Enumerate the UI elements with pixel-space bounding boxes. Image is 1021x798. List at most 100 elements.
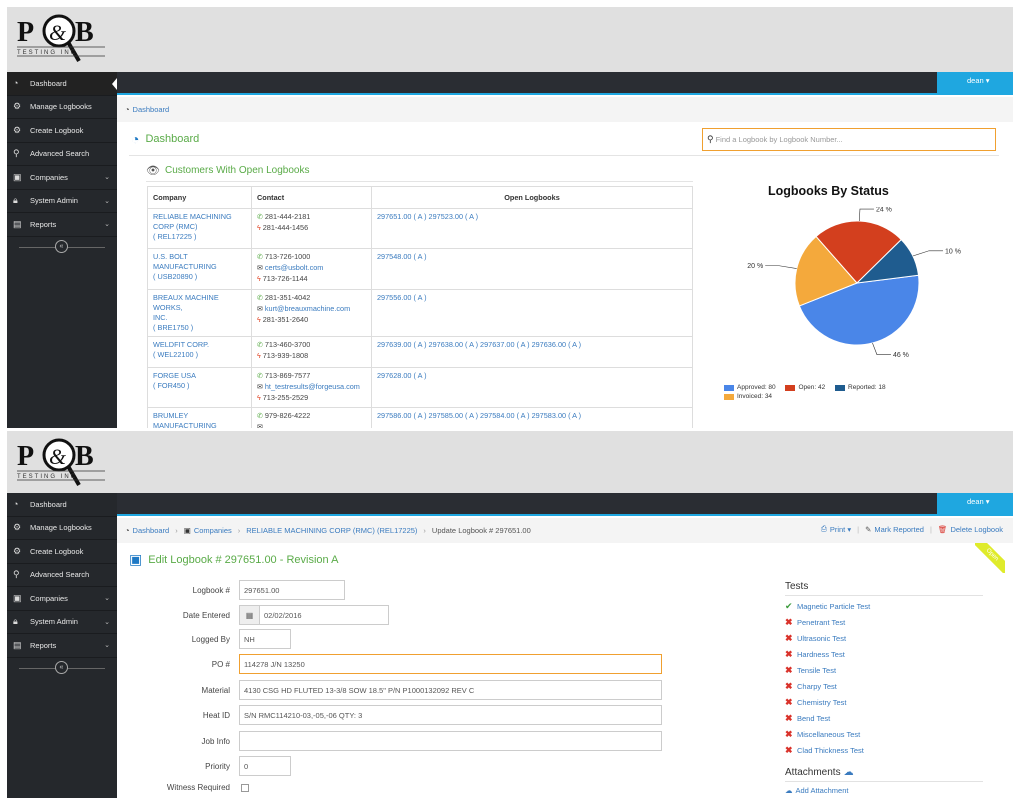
company-cell[interactable]: RELIABLE MACHINING CORP (RMC)( REL17225 ) [147, 208, 252, 249]
test-item[interactable]: ✖ Hardness Test [785, 646, 983, 662]
legend-item-reported[interactable]: Reported: 18 [835, 384, 886, 391]
column-header-contact[interactable]: Contact [251, 186, 372, 209]
company-name-line[interactable]: ( WEL22100 ) [153, 350, 246, 360]
column-header-open-logbooks[interactable]: Open Logbooks [371, 186, 693, 209]
contact-text[interactable]: certs@usbolt.com [265, 263, 324, 272]
sidebar-item-dashboard[interactable]: ◔ Dashboard [7, 493, 117, 517]
breadcrumb-dashboard[interactable]: Dashboard [133, 105, 170, 114]
contact-line[interactable]: ✉ ht_testresults@forgeusa.com [257, 382, 366, 393]
test-item[interactable]: ✖ Ultrasonic Test [785, 630, 983, 646]
contact-text[interactable]: kurt@breauxmachine.com [265, 304, 350, 313]
company-name-line[interactable]: U.S. BOLT [153, 252, 246, 262]
sidebar-collapse: « [7, 237, 117, 257]
company-cell[interactable]: U.S. BOLT MANUFACTURING( USB20890 ) [147, 248, 252, 290]
legend-item-open[interactable]: Open: 42 [785, 384, 825, 391]
sidebar-item-reports[interactable]: ▤ Reports ⌄ [7, 634, 117, 658]
logbook-search-input[interactable]: ⚲ Find a Logbook by Logbook Number... [702, 128, 996, 151]
collapse-sidebar-button[interactable]: « [55, 660, 68, 674]
user-menu[interactable]: dean ▾ [937, 72, 1013, 95]
job-info-field[interactable] [239, 731, 662, 751]
contact-text[interactable]: ht_testresults@forgeusa.com [265, 382, 360, 391]
date-entered-field[interactable]: 02/02/2016 [259, 605, 389, 625]
add-attachment-link[interactable]: ☁ Add Attachment [785, 782, 983, 798]
company-name-line[interactable]: RELIABLE MACHINING [153, 212, 246, 222]
sidebar-item-system-admin[interactable]: 🔒︎ System Admin ⌄ [7, 190, 117, 213]
test-item[interactable]: ✖ Bend Test [785, 710, 983, 726]
contact-line[interactable]: ✉ certs@usbolt.com [257, 263, 366, 274]
company-name-line[interactable]: CORP (RMC) [153, 222, 246, 232]
company-name-line[interactable]: INC. [153, 313, 246, 323]
test-item[interactable]: ✖ Clad Thickness Test [785, 742, 983, 758]
sidebar-item-advanced-search[interactable]: ⚲ Advanced Search [7, 564, 117, 587]
legend-label: Approved: 80 [737, 384, 776, 391]
po-number-field[interactable]: 114278 J/N 13250 [239, 654, 662, 674]
open-logbooks-cell[interactable]: 297651.00 ( A ) 297523.00 ( A ) [371, 208, 693, 249]
heat-id-field[interactable]: S/N RMC114210-03,-05,-06 QTY: 3 [239, 705, 662, 725]
company-name-line[interactable]: BREAUX MACHINE WORKS, [153, 293, 246, 313]
sidebar-item-advanced-search[interactable]: ⚲ Advanced Search [7, 143, 117, 166]
test-item[interactable]: ✖ Tensile Test [785, 662, 983, 678]
x-icon: ✖ [785, 648, 793, 659]
company-logo[interactable]: P & B TESTING INC [13, 435, 109, 493]
company-name-line[interactable]: FORGE USA [153, 371, 246, 381]
sidebar-item-manage-logbooks[interactable]: ⚙ Manage Logbooks [7, 517, 117, 540]
company-name-line[interactable]: WELDFIT CORP. [153, 340, 246, 350]
company-logo[interactable]: P & B TESTING INC [13, 11, 109, 69]
test-item[interactable]: ✖ Chemistry Test [785, 694, 983, 710]
open-logbooks-cell[interactable]: 297628.00 ( A ) [371, 367, 693, 408]
sidebar-item-companies[interactable]: ▣ Companies ⌄ [7, 587, 117, 611]
collapse-sidebar-button[interactable]: « [55, 239, 68, 253]
contact-line[interactable]: ✉ kurt@breauxmachine.com [257, 304, 366, 315]
test-item[interactable]: ✖ Charpy Test [785, 678, 983, 694]
company-name-line[interactable]: ( BRE1750 ) [153, 323, 246, 333]
material-field[interactable]: 4130 CSG HD FLUTED 13-3/8 SOW 18.5" P/N … [239, 680, 662, 700]
sidebar-item-dashboard[interactable]: ◔ Dashboard [7, 72, 117, 96]
breadcrumb-companies[interactable]: Companies [194, 526, 232, 535]
witness-required-checkbox[interactable] [241, 783, 249, 792]
company-cell[interactable]: WELDFIT CORP.( WEL22100 ) [147, 336, 252, 368]
open-logbooks-cell[interactable]: 297586.00 ( A ) 297585.00 ( A ) 297584.0… [371, 407, 693, 428]
logged-by-field[interactable]: NH [239, 629, 291, 649]
priority-field[interactable]: 0 [239, 756, 291, 776]
mark-reported-button[interactable]: Mark Reported [874, 525, 924, 534]
delete-logbook-button[interactable]: Delete Logbook [950, 525, 1003, 534]
test-item[interactable]: ✖ Penetrant Test [785, 614, 983, 630]
company-name-line[interactable]: ( REL17225 ) [153, 232, 246, 242]
table-row: U.S. BOLT MANUFACTURING( USB20890 ) ✆ 713-7… [147, 248, 693, 290]
breadcrumb-dashboard[interactable]: Dashboard [133, 526, 170, 535]
sidebar-item-manage-logbooks[interactable]: ⚙ Manage Logbooks [7, 96, 117, 119]
open-logbooks-cell[interactable]: 297639.00 ( A ) 297638.00 ( A ) 297637.0… [371, 336, 693, 368]
calendar-icon[interactable]: ▦ [239, 605, 259, 625]
logbook-number-field[interactable]: 297651.00 [239, 580, 345, 600]
open-logbooks-cell[interactable]: 297548.00 ( A ) [371, 248, 693, 290]
company-name-line[interactable]: ( USB20890 ) [153, 272, 246, 282]
breadcrumb-company[interactable]: RELIABLE MACHINING CORP (RMC) (REL17225) [246, 526, 417, 535]
legend-item-approved[interactable]: Approved: 80 [724, 384, 776, 391]
chart-title: Logbooks By Status [768, 184, 889, 198]
column-header-company[interactable]: Company [147, 186, 252, 209]
company-name-line[interactable]: MANUFACTURING [153, 421, 246, 428]
chevron-down-icon: ⌄ [104, 221, 110, 229]
company-cell[interactable]: BREAUX MACHINE WORKS, INC.( BRE1750 ) [147, 289, 252, 337]
briefcase-icon: ▣ [13, 592, 22, 603]
company-cell[interactable]: FORGE USA( FOR450 ) [147, 367, 252, 408]
sidebar-item-create-logbook[interactable]: ⚙ Create Logbook [7, 540, 117, 564]
print-button[interactable]: Print ▾ [830, 525, 851, 534]
open-logbooks-cell[interactable]: 297556.00 ( A ) [371, 289, 693, 337]
table-row: RELIABLE MACHINING CORP (RMC)( REL17225 )… [147, 208, 693, 249]
test-item[interactable]: ✖ Miscellaneous Test [785, 726, 983, 742]
company-name-line[interactable]: MANUFACTURING [153, 262, 246, 272]
sidebar-item-companies[interactable]: ▣ Companies ⌄ [7, 166, 117, 190]
sidebar-item-reports[interactable]: ▤ Reports ⌄ [7, 213, 117, 237]
job-info-row: Job Info [117, 731, 662, 751]
company-cell[interactable]: BRUMLEY MANUFACTURING [147, 407, 252, 428]
user-menu[interactable]: dean ▾ [937, 493, 1013, 516]
test-item[interactable]: ✔ Magnetic Particle Test [785, 598, 983, 614]
company-name-line[interactable]: ( FOR450 ) [153, 381, 246, 391]
phone-icon: ✆ [257, 295, 263, 302]
company-name-line[interactable]: BRUMLEY [153, 411, 246, 421]
legend-item-invoiced[interactable]: Invoiced: 34 [724, 393, 772, 400]
customers-heading: 👁︎ Customers With Open Logbooks [146, 164, 309, 177]
sidebar-item-create-logbook[interactable]: ⚙ Create Logbook [7, 119, 117, 143]
sidebar-item-system-admin[interactable]: 🔒︎ System Admin ⌄ [7, 611, 117, 634]
